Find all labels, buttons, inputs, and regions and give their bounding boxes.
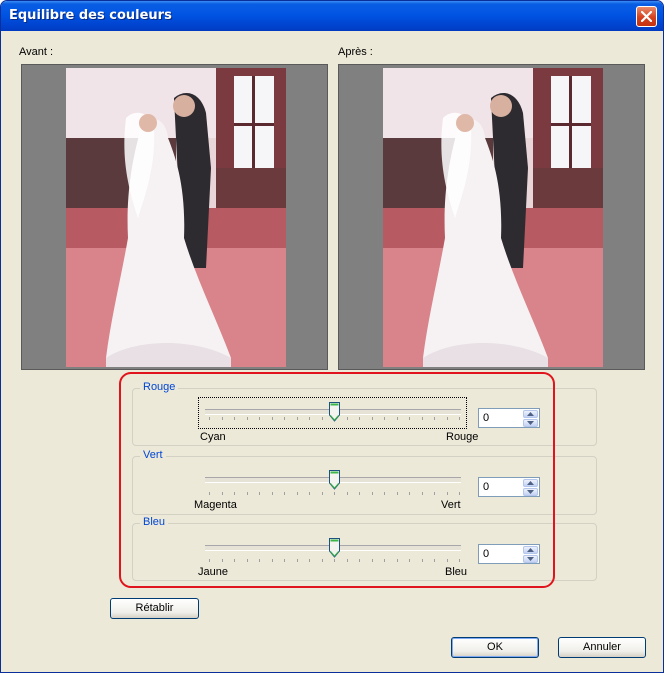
reset-button[interactable]: Rétablir	[110, 598, 199, 619]
before-label: Avant :	[19, 46, 54, 58]
after-photo	[383, 68, 603, 367]
close-icon	[641, 11, 652, 22]
ok-button[interactable]: OK	[451, 637, 539, 658]
cancel-button[interactable]: Annuler	[558, 637, 646, 658]
color-balance-dialog: Equilibre des couleurs Avant : Après : R…	[0, 0, 664, 673]
after-label: Après :	[338, 46, 373, 58]
close-button[interactable]	[636, 6, 657, 27]
dialog-title: Equilibre des couleurs	[9, 8, 172, 23]
after-preview	[338, 64, 645, 370]
before-preview	[21, 64, 328, 370]
highlight-annotation	[119, 372, 555, 588]
title-bar[interactable]: Equilibre des couleurs	[1, 1, 663, 31]
before-photo	[66, 68, 286, 367]
